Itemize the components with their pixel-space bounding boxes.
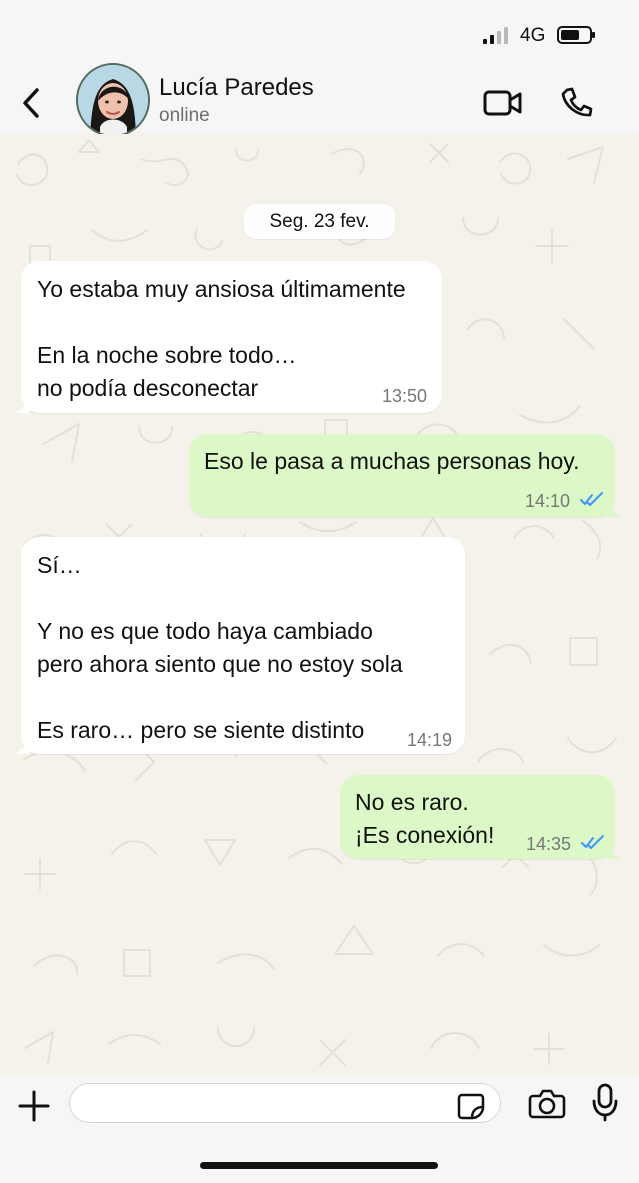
bubble-tail [607, 841, 623, 859]
message-text: Eso le pasa a muchas personas hoy. [204, 448, 580, 474]
message-time: 13:50 [382, 386, 428, 406]
home-indicator [200, 1162, 438, 1169]
avatar[interactable] [78, 65, 148, 135]
sticker-icon[interactable] [456, 1091, 486, 1121]
top-area: 4G Lucía Paredes online [0, 0, 639, 135]
message-text: Y no es que todo haya cambiado [37, 618, 373, 644]
message-bubble-outgoing[interactable]: Eso le pasa a muchas personas hoy. 14:10 [189, 434, 623, 517]
contact-status: online [159, 105, 210, 126]
plus-icon[interactable] [17, 1089, 51, 1123]
message-text: Es raro… pero se siente distinto [37, 717, 365, 743]
message-bubble-incoming[interactable]: Sí… Y no es que todo haya cambiado pero … [13, 537, 465, 754]
chat-header: Lucía Paredes online [0, 58, 639, 135]
battery-icon [557, 26, 595, 44]
message-input[interactable] [69, 1083, 501, 1123]
message-text: No es raro. [355, 789, 469, 815]
double-check-icon [580, 492, 603, 506]
video-call-icon[interactable] [482, 86, 524, 120]
camera-icon[interactable] [528, 1087, 566, 1119]
microphone-icon[interactable] [590, 1082, 620, 1122]
back-icon[interactable] [17, 83, 47, 123]
message-gap [37, 306, 406, 339]
bubble-tail [13, 395, 29, 413]
date-divider: Seg. 23 fev. [244, 204, 395, 239]
message-time: 14:10 [525, 491, 571, 511]
message-time: 14:19 [407, 730, 453, 750]
network-label: 4G [520, 25, 546, 46]
phone-call-icon[interactable] [558, 85, 594, 121]
status-bar: 4G [0, 0, 639, 58]
bubble-tail [607, 499, 623, 517]
message-bubble-outgoing[interactable]: No es raro. ¡Es conexión! 14:35 [340, 775, 623, 859]
message-bubble-incoming[interactable]: Yo estaba muy ansiosa últimamente En la … [13, 261, 442, 413]
message-text: Yo estaba muy ansiosa últimamente [37, 276, 406, 302]
double-check-icon [581, 835, 604, 849]
bubble-tail [13, 736, 29, 754]
signal-icon [483, 27, 508, 44]
contact-name[interactable]: Lucía Paredes [159, 74, 314, 102]
message-text: pero ahora siento que no estoy sola [37, 651, 403, 677]
message-gap [37, 582, 403, 615]
message-text: Sí… [37, 552, 82, 578]
message-gap [37, 681, 403, 714]
message-time: 14:35 [526, 834, 572, 854]
message-text: no podía desconectar [37, 375, 259, 401]
message-text: En la noche sobre todo… [37, 342, 297, 368]
contact-photo [78, 65, 148, 135]
message-text: ¡Es conexión! [355, 822, 495, 848]
